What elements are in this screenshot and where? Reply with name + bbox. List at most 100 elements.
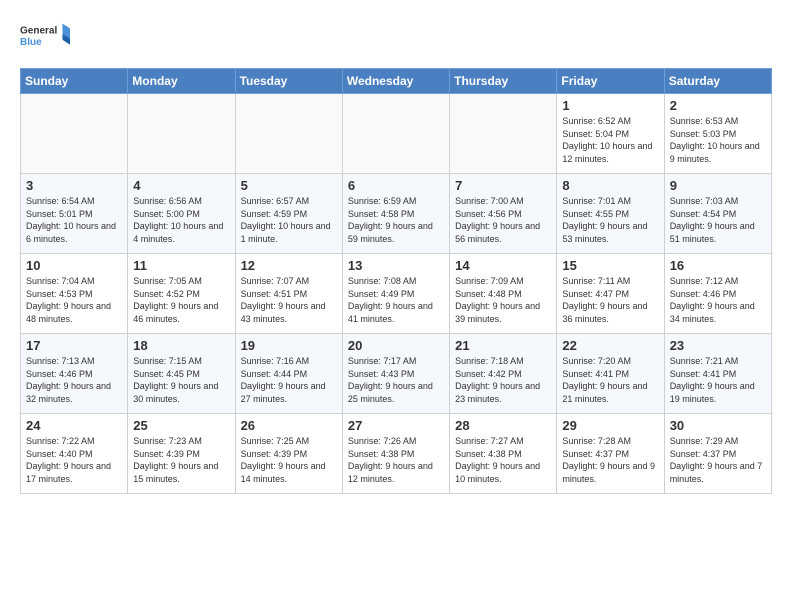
day-info: Sunrise: 7:16 AMSunset: 4:44 PMDaylight:… [241,356,326,404]
calendar-cell: 1 Sunrise: 6:52 AMSunset: 5:04 PMDaylight… [557,94,664,174]
day-info: Sunrise: 7:29 AMSunset: 4:37 PMDaylight:… [670,436,763,484]
day-number: 10 [26,258,122,273]
calendar-cell: 27Sunrise: 7:26 AMSunset: 4:38 PMDayligh… [342,414,449,494]
calendar-table: SundayMondayTuesdayWednesdayThursdayFrid… [20,68,772,494]
day-number: 6 [348,178,444,193]
calendar-week-2: 3 Sunrise: 6:54 AMSunset: 5:01 PMDaylight… [21,174,772,254]
svg-text:Blue: Blue [20,37,42,48]
calendar-cell: 21 Sunrise: 7:18 AMSunset: 4:42 PMDayligh… [450,334,557,414]
day-number: 21 [455,338,551,353]
day-info: Sunrise: 6:57 AMSunset: 4:59 PMDaylight:… [241,196,331,244]
day-number: 3 [26,178,122,193]
day-info: Sunrise: 7:09 AMSunset: 4:48 PMDaylight:… [455,276,540,324]
day-number: 30 [670,418,766,433]
day-info: Sunrise: 7:28 AMSunset: 4:37 PMDaylight:… [562,436,655,484]
calendar-cell [21,94,128,174]
day-info: Sunrise: 7:12 AMSunset: 4:46 PMDaylight:… [670,276,755,324]
calendar-cell [235,94,342,174]
day-number: 9 [670,178,766,193]
calendar-cell: 28 Sunrise: 7:27 AMSunset: 4:38 PMDayligh… [450,414,557,494]
day-info: Sunrise: 6:54 AMSunset: 5:01 PMDaylight:… [26,196,116,244]
day-number: 15 [562,258,658,273]
calendar-cell: 22 Sunrise: 7:20 AMSunset: 4:41 PMDayligh… [557,334,664,414]
day-info: Sunrise: 7:05 AMSunset: 4:52 PMDaylight:… [133,276,218,324]
day-number: 19 [241,338,337,353]
day-number: 24 [26,418,122,433]
calendar-cell: 12 Sunrise: 7:07 AMSunset: 4:51 PMDayligh… [235,254,342,334]
day-number: 12 [241,258,337,273]
day-info: Sunrise: 7:26 AMSunset: 4:38 PMDaylight:… [348,436,433,484]
day-number: 26 [241,418,337,433]
day-info: Sunrise: 7:01 AMSunset: 4:55 PMDaylight:… [562,196,647,244]
calendar-cell: 16 Sunrise: 7:12 AMSunset: 4:46 PMDayligh… [664,254,771,334]
day-info: Sunrise: 7:25 AMSunset: 4:39 PMDaylight:… [241,436,326,484]
day-number: 7 [455,178,551,193]
calendar-cell: 19 Sunrise: 7:16 AMSunset: 4:44 PMDayligh… [235,334,342,414]
svg-text:General: General [20,26,57,37]
calendar-cell: 2Sunrise: 6:53 AMSunset: 5:03 PMDaylight… [664,94,771,174]
calendar-week-5: 24 Sunrise: 7:22 AMSunset: 4:40 PMDayligh… [21,414,772,494]
calendar-cell: 7Sunrise: 7:00 AMSunset: 4:56 PMDaylight… [450,174,557,254]
calendar-cell: 24 Sunrise: 7:22 AMSunset: 4:40 PMDayligh… [21,414,128,494]
calendar-cell: 30 Sunrise: 7:29 AMSunset: 4:37 PMDayligh… [664,414,771,494]
day-number: 16 [670,258,766,273]
calendar-week-3: 10 Sunrise: 7:04 AMSunset: 4:53 PMDayligh… [21,254,772,334]
day-info: Sunrise: 6:52 AMSunset: 5:04 PMDaylight:… [562,116,652,164]
weekday-header-row: SundayMondayTuesdayWednesdayThursdayFrid… [21,69,772,94]
day-number: 4 [133,178,229,193]
day-info: Sunrise: 7:21 AMSunset: 4:41 PMDaylight:… [670,356,755,404]
day-number: 23 [670,338,766,353]
weekday-header-sunday: Sunday [21,69,128,94]
day-info: Sunrise: 6:56 AMSunset: 5:00 PMDaylight:… [133,196,223,244]
day-number: 2 [670,98,766,113]
day-number: 22 [562,338,658,353]
logo-svg: General Blue [20,16,70,56]
day-info: Sunrise: 7:04 AMSunset: 4:53 PMDaylight:… [26,276,111,324]
calendar-cell: 18Sunrise: 7:15 AMSunset: 4:45 PMDayligh… [128,334,235,414]
day-info: Sunrise: 7:13 AMSunset: 4:46 PMDaylight:… [26,356,111,404]
calendar-cell: 20 Sunrise: 7:17 AMSunset: 4:43 PMDayligh… [342,334,449,414]
weekday-header-monday: Monday [128,69,235,94]
day-number: 13 [348,258,444,273]
calendar-cell: 13Sunrise: 7:08 AMSunset: 4:49 PMDayligh… [342,254,449,334]
day-number: 1 [562,98,658,113]
calendar-cell: 3 Sunrise: 6:54 AMSunset: 5:01 PMDaylight… [21,174,128,254]
calendar-cell: 25 Sunrise: 7:23 AMSunset: 4:39 PMDayligh… [128,414,235,494]
calendar-cell: 11 Sunrise: 7:05 AMSunset: 4:52 PMDayligh… [128,254,235,334]
calendar-cell: 14 Sunrise: 7:09 AMSunset: 4:48 PMDayligh… [450,254,557,334]
weekday-header-thursday: Thursday [450,69,557,94]
logo: General Blue [20,16,70,56]
day-info: Sunrise: 7:17 AMSunset: 4:43 PMDaylight:… [348,356,433,404]
calendar-week-4: 17Sunrise: 7:13 AMSunset: 4:46 PMDayligh… [21,334,772,414]
calendar-cell [342,94,449,174]
day-info: Sunrise: 7:27 AMSunset: 4:38 PMDaylight:… [455,436,540,484]
day-info: Sunrise: 6:59 AMSunset: 4:58 PMDaylight:… [348,196,433,244]
calendar-cell: 9Sunrise: 7:03 AMSunset: 4:54 PMDaylight… [664,174,771,254]
calendar-cell: 29Sunrise: 7:28 AMSunset: 4:37 PMDayligh… [557,414,664,494]
calendar-cell: 6 Sunrise: 6:59 AMSunset: 4:58 PMDaylight… [342,174,449,254]
calendar-cell: 5Sunrise: 6:57 AMSunset: 4:59 PMDaylight… [235,174,342,254]
day-number: 25 [133,418,229,433]
calendar-container: General Blue SundayMondayTuesdayWednesda… [0,0,792,504]
day-info: Sunrise: 7:15 AMSunset: 4:45 PMDaylight:… [133,356,218,404]
calendar-cell: 4 Sunrise: 6:56 AMSunset: 5:00 PMDaylight… [128,174,235,254]
day-info: Sunrise: 7:07 AMSunset: 4:51 PMDaylight:… [241,276,326,324]
calendar-cell [128,94,235,174]
weekday-header-saturday: Saturday [664,69,771,94]
weekday-header-tuesday: Tuesday [235,69,342,94]
calendar-cell: 10 Sunrise: 7:04 AMSunset: 4:53 PMDayligh… [21,254,128,334]
day-number: 11 [133,258,229,273]
day-info: Sunrise: 7:23 AMSunset: 4:39 PMDaylight:… [133,436,218,484]
weekday-header-wednesday: Wednesday [342,69,449,94]
day-number: 28 [455,418,551,433]
day-number: 14 [455,258,551,273]
day-info: Sunrise: 7:20 AMSunset: 4:41 PMDaylight:… [562,356,647,404]
day-number: 20 [348,338,444,353]
calendar-cell: 17Sunrise: 7:13 AMSunset: 4:46 PMDayligh… [21,334,128,414]
calendar-week-1: 1 Sunrise: 6:52 AMSunset: 5:04 PMDaylight… [21,94,772,174]
calendar-cell: 8Sunrise: 7:01 AMSunset: 4:55 PMDaylight… [557,174,664,254]
calendar-cell [450,94,557,174]
day-info: Sunrise: 7:18 AMSunset: 4:42 PMDaylight:… [455,356,540,404]
day-info: Sunrise: 7:22 AMSunset: 4:40 PMDaylight:… [26,436,111,484]
weekday-header-friday: Friday [557,69,664,94]
